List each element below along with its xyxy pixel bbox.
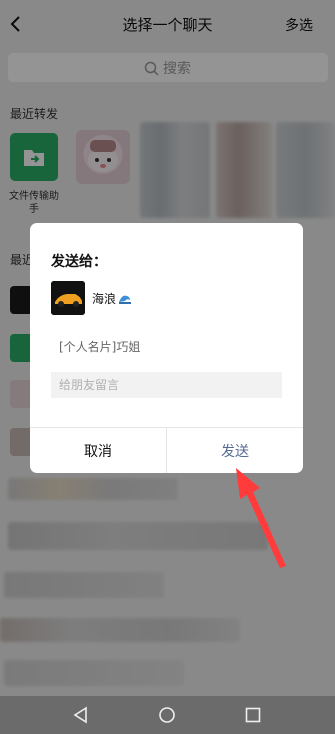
car-avatar-icon <box>51 281 85 315</box>
chat-picker-screen: 选择一个聊天 多选 搜索 最近转发 文件传输助手 最近 发送给： 海浪 [个人名… <box>0 0 335 734</box>
cancel-button[interactable]: 取消 <box>30 428 167 473</box>
message-input[interactable] <box>51 372 282 398</box>
nav-home-icon[interactable] <box>157 705 177 725</box>
recipient-avatar <box>51 281 85 315</box>
business-card-text: [个人名片]巧姐 <box>59 340 141 354</box>
recipient-name: 海浪 <box>92 290 132 307</box>
recipient-name-text: 海浪 <box>92 292 117 306</box>
dialog-title: 发送给： <box>51 254 107 270</box>
wave-emoji-icon <box>119 295 132 304</box>
annotation-arrow-icon <box>236 468 286 568</box>
nav-back-icon[interactable] <box>71 705 91 725</box>
nav-recents-icon[interactable] <box>243 705 263 725</box>
send-to-dialog: 发送给： 海浪 [个人名片]巧姐 取消 发送 <box>30 223 303 473</box>
system-nav-bar <box>0 696 335 734</box>
